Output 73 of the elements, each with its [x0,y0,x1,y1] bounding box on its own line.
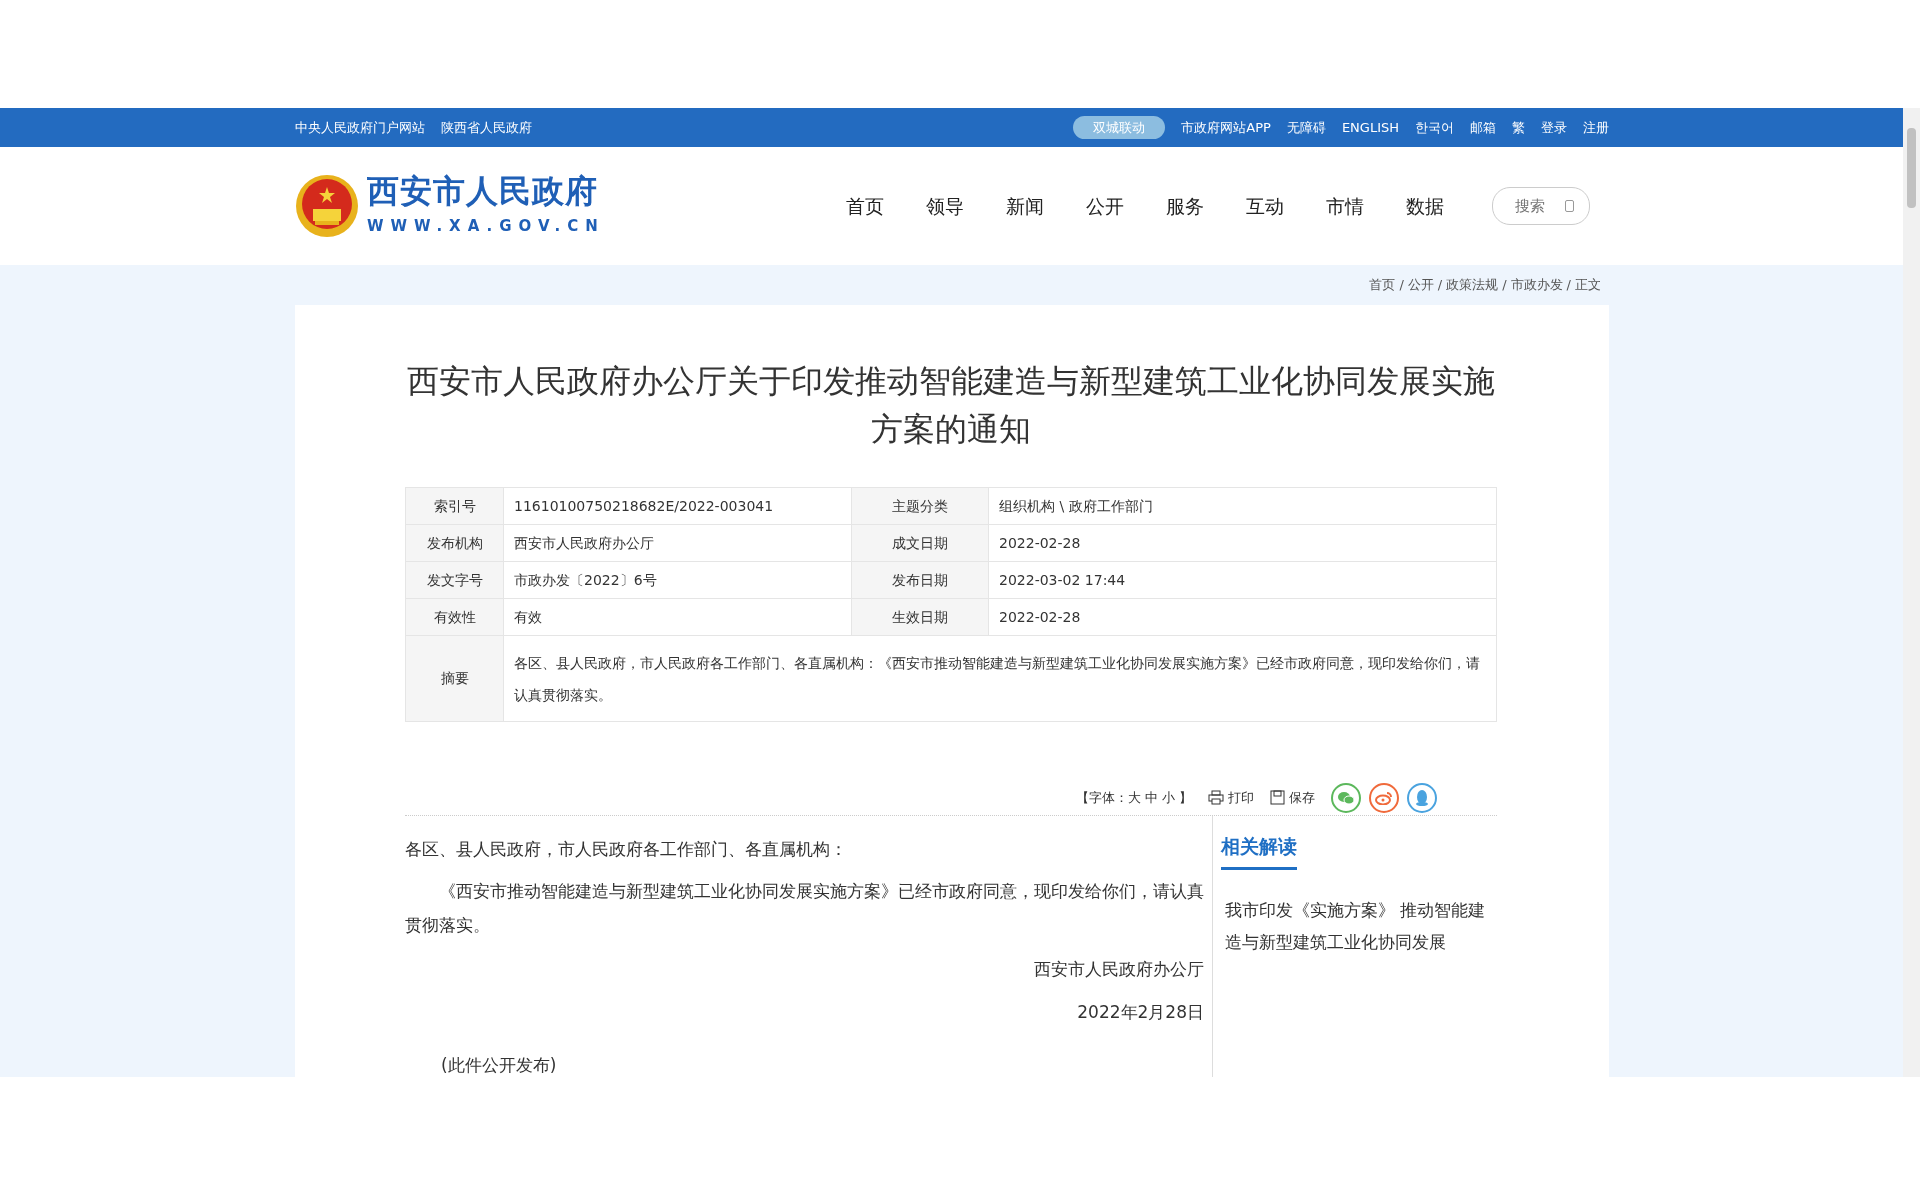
table-value: 组织机构 \ 政府工作部门 [988,487,1497,525]
top-link[interactable]: 市政府网站APP [1181,117,1271,138]
note-text: (此件公开发布) [440,1054,558,1077]
nav-link[interactable]: 市情 [1326,191,1364,221]
top-link[interactable]: 繁 [1512,117,1525,138]
breadcrumb-current: 正文 [1575,276,1601,295]
nav-link[interactable]: 首页 [846,191,884,221]
penguin-icon [1415,789,1429,806]
table-label: 有效性 [405,598,504,636]
table-label: 主题分类 [851,487,989,525]
breadcrumb-link[interactable]: 市政办发 [1510,275,1563,295]
site-url: WWW.XA.GOV.CN [367,215,605,237]
scrollbar[interactable] [1903,108,1920,1077]
emblem-icon [295,173,359,239]
swirl-icon [1375,790,1393,805]
breadcrumb-separator: / [1502,276,1507,295]
search-field[interactable]: 搜索 [1492,187,1590,225]
table-value: 有效 [503,598,852,636]
top-link[interactable]: ENGLISH [1341,117,1399,138]
table-label: 发文字号 [405,561,504,599]
table-label: 生效日期 [851,598,989,636]
qq-share-button[interactable] [1407,782,1437,813]
table-value: 西安市人民政府办公厅 [503,524,852,562]
table-value: 2022-02-28 [988,598,1497,636]
table-label: 发布日期 [851,561,989,599]
top-link[interactable]: 中央人民政府门户网站 [295,117,425,138]
table-label: 成文日期 [851,524,989,562]
font-size-link[interactable]: 中 [1145,787,1158,808]
search-icon [1565,200,1574,212]
signature-text: 2022年2月28日 [1076,1001,1204,1024]
table-value: 11610100750218682E/2022-003041 [503,487,852,525]
breadcrumb-link[interactable]: 首页 [1369,275,1396,295]
font-size-label: 】 [1179,788,1192,807]
wechat-share-button[interactable] [1331,782,1361,813]
table-label: 索引号 [405,487,504,525]
top-link[interactable]: 登录 [1541,117,1567,138]
top-link[interactable]: 注册 [1583,117,1609,138]
related-link[interactable]: 我市印发《实施方案》 推动智能建造与新型建筑工业化协同发展 [1225,893,1497,958]
summary-text: 各区、县人民政府，市人民政府各工作部门、各直属机构：《西安市推动智能建造与新型建筑工业化协同发展实施方案》已经市政府同意，现印发给你们，请认真贯彻落实。 [503,635,1497,722]
related-heading: 相关解读 [1221,832,1297,870]
breadcrumb-link[interactable]: 公开 [1407,275,1434,295]
printer-icon [1208,790,1224,805]
nav-link[interactable]: 新闻 [1006,191,1044,221]
top-link[interactable]: 陕西省人民政府 [441,117,532,138]
font-size-link[interactable]: 大 [1128,787,1141,808]
top-link[interactable]: 邮箱 [1470,117,1496,138]
font-size-link[interactable]: 小 [1162,787,1175,808]
body-paragraph: 《西安市推动智能建造与新型建筑工业化协同发展实施方案》已经市政府同意，现印发给你们，请认真贯彻落实。 [405,880,1204,937]
nav-link[interactable]: 互动 [1246,191,1284,221]
table-value: 市政办发〔2022〕6号 [503,561,852,599]
table-label: 发布机构 [405,524,504,562]
save-link[interactable]: 保存 [1270,787,1315,808]
table-label: 摘要 [405,635,504,722]
weibo-share-button[interactable] [1369,782,1399,813]
breadcrumb-link[interactable]: 政策法规 [1446,275,1499,295]
table-value: 2022-03-02 17:44 [988,561,1497,599]
table-value: 2022-02-28 [988,524,1497,562]
nav-link[interactable]: 领导 [926,191,964,221]
top-link[interactable]: 한국어 [1415,117,1454,138]
nav-link[interactable]: 服务 [1166,191,1204,221]
breadcrumb-separator: / [1566,276,1571,295]
signature-text: 西安市人民政府办公厅 [1033,958,1204,981]
breadcrumb-separator: / [1399,276,1404,295]
nav-link[interactable]: 数据 [1406,191,1444,221]
font-size-label: 【字体： [1076,788,1128,807]
nav-link[interactable]: 公开 [1086,191,1124,221]
top-link[interactable]: 无障碍 [1286,117,1326,138]
salutation-text: 各区、县人民政府，市人民政府各工作部门、各直属机构： [405,838,848,861]
speech-bubbles-icon [1337,790,1355,805]
breadcrumb-separator: / [1437,276,1443,295]
print-link[interactable]: 打印 [1208,787,1254,808]
site-name: 西安市人民政府 [367,174,599,207]
article-title: 西安市人民政府办公厅关于印发推动智能建造与新型建筑工业化协同发展实施方案的通知 [406,361,1496,450]
